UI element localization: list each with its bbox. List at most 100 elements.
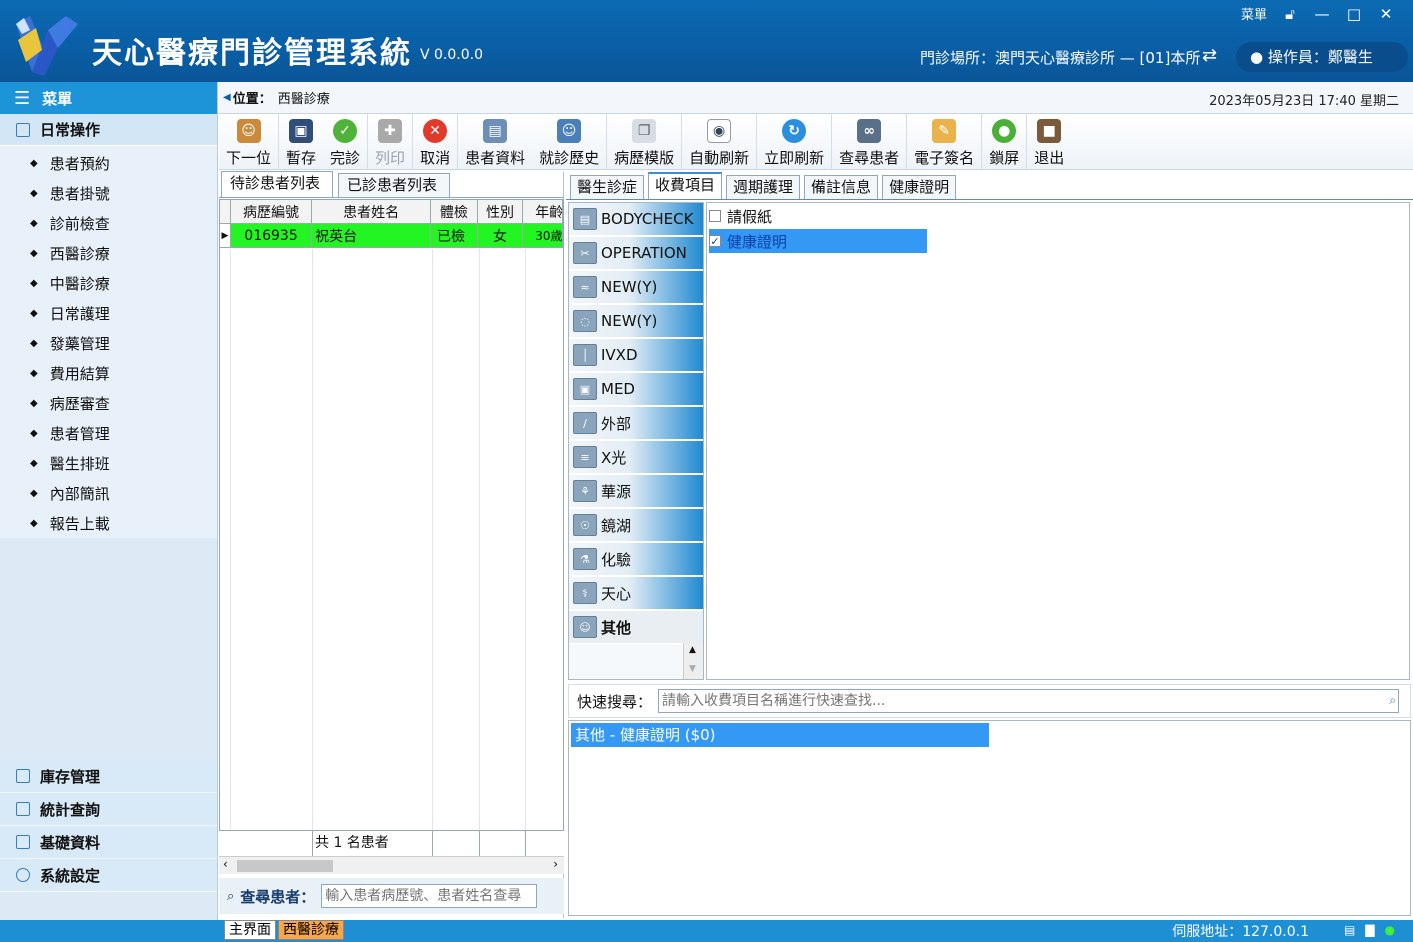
tab-notes[interactable]: 備註信息 xyxy=(804,175,879,199)
scroll-down-icon[interactable]: ▼ xyxy=(689,664,696,674)
category-item[interactable]: ≈ NEW(Y) xyxy=(569,271,703,305)
category-item[interactable]: ▣ MED xyxy=(569,373,703,407)
search-icon[interactable]: ⌕ xyxy=(1389,693,1396,708)
sidebar-item-label: 診前檢查 xyxy=(49,214,110,233)
sidebar-item-report-upload[interactable]: ◆ 報告上載 xyxy=(0,508,217,538)
scroll-up-icon[interactable]: ▲ xyxy=(689,645,696,655)
scroll-thumb[interactable] xyxy=(237,860,333,872)
sidebar-item-messages[interactable]: ◆ 內部簡訊 xyxy=(0,478,217,508)
sidebar-item-record-review[interactable]: ◆ 病歷審查 xyxy=(0,388,217,418)
chart-icon[interactable]: ▇ xyxy=(1365,923,1374,937)
category-item[interactable]: ⚕ 天心 xyxy=(569,577,703,611)
horizontal-scrollbar[interactable]: ‹ › xyxy=(219,856,564,874)
category-item[interactable]: ≡ X光 xyxy=(569,441,703,475)
bullet-icon: ◆ xyxy=(30,217,38,229)
exit-button[interactable]: ■ 退出 xyxy=(1027,114,1071,170)
tab-fee-items[interactable]: 收費項目 xyxy=(648,172,723,199)
selected-fee-item[interactable]: 其他 - 健康證明 ($0) xyxy=(571,723,989,747)
unlock-icon[interactable]: 🔓︎ xyxy=(1281,5,1299,23)
category-item[interactable]: │ IVXD xyxy=(569,339,703,373)
category-item[interactable]: ☉ 鏡湖 xyxy=(569,509,703,543)
column-header[interactable]: 病歷編號 xyxy=(231,200,313,223)
category-label: BODYCHECK xyxy=(601,210,694,228)
sidebar-group-inventory[interactable]: 庫存管理 xyxy=(0,760,217,793)
category-scrollbar[interactable]: ▲ ▼ xyxy=(683,643,703,679)
complete-button[interactable]: ✓ 完診 xyxy=(323,114,369,170)
patient-info-button[interactable]: ▤ 患者資料 xyxy=(458,114,532,170)
sidebar-item-nursing[interactable]: ◆ 日常護理 xyxy=(0,298,217,328)
next-patient-button[interactable]: ☺ 下一位 xyxy=(219,114,280,170)
table-row[interactable]: ▶ 016935 祝英台 已檢 女 30歲 xyxy=(220,224,563,248)
lock-screen-button[interactable]: ● 鎖屏 xyxy=(982,114,1028,170)
sidebar-group-label: 庫存管理 xyxy=(40,767,101,786)
sidebar-group-daily[interactable]: 日常操作 xyxy=(0,114,217,146)
scroll-right-icon[interactable]: › xyxy=(553,857,558,871)
tab-waiting-patients[interactable]: 待診患者列表 xyxy=(221,171,334,197)
fee-item-checkbox[interactable]: ✓ xyxy=(709,235,721,247)
tab-diagnosis[interactable]: 醫生診症 xyxy=(570,175,645,199)
quick-search-input[interactable] xyxy=(658,689,1400,713)
detail-tabs: 醫生診症 收費項目 週期護理 備註信息 健康證明 xyxy=(566,172,1413,200)
swap-site-icon[interactable]: ⇄ xyxy=(1202,45,1217,66)
print-button[interactable]: ✚ 列印 xyxy=(368,114,414,170)
document-icon[interactable]: ▤ xyxy=(1344,923,1355,937)
sidebar-item-billing[interactable]: ◆ 費用結算 xyxy=(0,358,217,388)
sidebar-item-registration[interactable]: ◆ 患者掛號 xyxy=(0,178,217,208)
tab-health-certificate[interactable]: 健康證明 xyxy=(882,175,957,199)
tab-western-clinic[interactable]: 西醫診療 xyxy=(278,920,344,940)
fee-items-pane: 請假紙 ✓ 健康證明 xyxy=(706,202,1410,680)
sidebar-item-appointment[interactable]: ◆ 患者預約 xyxy=(0,148,217,178)
category-item[interactable]: ⚗ 化驗 xyxy=(569,543,703,577)
cancel-button[interactable]: ✕ 取消 xyxy=(413,114,459,170)
sidebar-group-settings[interactable]: 系統設定 xyxy=(0,859,217,892)
sidebar-item-chinese[interactable]: ◆ 中醫診療 xyxy=(0,268,217,298)
sidebar-item-western[interactable]: ◆ 西醫診療 xyxy=(0,238,217,268)
category-item[interactable]: ∕ 外部 xyxy=(569,407,703,441)
operator-badge[interactable]: ● 操作員：鄭醫生 xyxy=(1236,42,1408,72)
menu-link[interactable]: 菜單 xyxy=(1241,4,1267,23)
patient-search-input[interactable] xyxy=(321,884,538,908)
column-header[interactable]: 體檢 xyxy=(431,200,478,223)
column-header[interactable]: 年齡 xyxy=(523,200,563,223)
fee-item-checkbox[interactable] xyxy=(709,210,721,222)
maximize-icon[interactable]: □ xyxy=(1345,5,1363,23)
sidebar-group-basic-data[interactable]: 基礎資料 xyxy=(0,826,217,859)
save-draft-button[interactable]: ▣ 暫存 xyxy=(279,114,323,170)
category-icon: ▣ xyxy=(573,378,597,400)
scroll-left-icon[interactable]: ‹ xyxy=(223,857,228,871)
sidebar-group-label: 日常操作 xyxy=(40,121,101,139)
sidebar-group-label: 系統設定 xyxy=(40,866,101,885)
sidebar-item-patients[interactable]: ◆ 患者管理 xyxy=(0,418,217,448)
category-item[interactable]: ✂ OPERATION xyxy=(569,237,703,271)
sidebar-menu-header[interactable]: ☰ 菜單 xyxy=(0,82,217,114)
category-label: NEW(Y) xyxy=(601,278,658,296)
button-label: 自動刷新 xyxy=(689,149,750,167)
column-header[interactable]: 患者姓名 xyxy=(312,200,432,223)
category-item[interactable]: ◌ NEW(Y) xyxy=(569,305,703,339)
category-item[interactable]: ⚘ 華源 xyxy=(569,475,703,509)
visit-history-button[interactable]: ☺ 就診歷史 xyxy=(532,114,608,170)
refresh-now-button[interactable]: ↻ 立即刷新 xyxy=(757,114,833,170)
sidebar-item-scheduling[interactable]: ◆ 醫生排班 xyxy=(0,448,217,478)
record-template-button[interactable]: ❐ 病歷模版 xyxy=(607,114,683,170)
sidebar-group-statistics[interactable]: 統計查詢 xyxy=(0,793,217,826)
app-title: 天心醫療門診管理系統 xyxy=(92,36,412,71)
quick-search-label: 快速搜尋： xyxy=(577,692,653,711)
column-header[interactable]: 性別 xyxy=(478,200,524,223)
tab-main-screen[interactable]: 主界面 xyxy=(224,920,276,940)
sidebar-item-dispensing[interactable]: ◆ 發藥管理 xyxy=(0,328,217,358)
tab-finished-patients[interactable]: 已診患者列表 xyxy=(338,173,451,197)
sidebar-item-precheck[interactable]: ◆ 診前檢查 xyxy=(0,208,217,238)
find-patient-button[interactable]: ∞ 查尋患者 xyxy=(832,114,908,170)
button-label: 退出 xyxy=(1034,149,1065,167)
category-item-selected[interactable]: ☺ 其他 xyxy=(569,611,703,645)
window-controls: 菜單 🔓︎ — □ ✕ xyxy=(1241,4,1395,24)
minimize-icon[interactable]: — xyxy=(1313,5,1331,23)
category-item[interactable]: ▤ BODYCHECK xyxy=(569,203,703,237)
tab-cycle-care[interactable]: 週期護理 xyxy=(726,175,801,199)
fee-item[interactable]: 請假紙 xyxy=(709,204,772,228)
e-signature-button[interactable]: ✎ 電子簽名 xyxy=(907,114,983,170)
auto-refresh-button[interactable]: ◉ 自動刷新 xyxy=(682,114,758,170)
fee-item-selected[interactable]: ✓ 健康證明 xyxy=(709,229,927,253)
close-icon[interactable]: ✕ xyxy=(1377,5,1395,23)
